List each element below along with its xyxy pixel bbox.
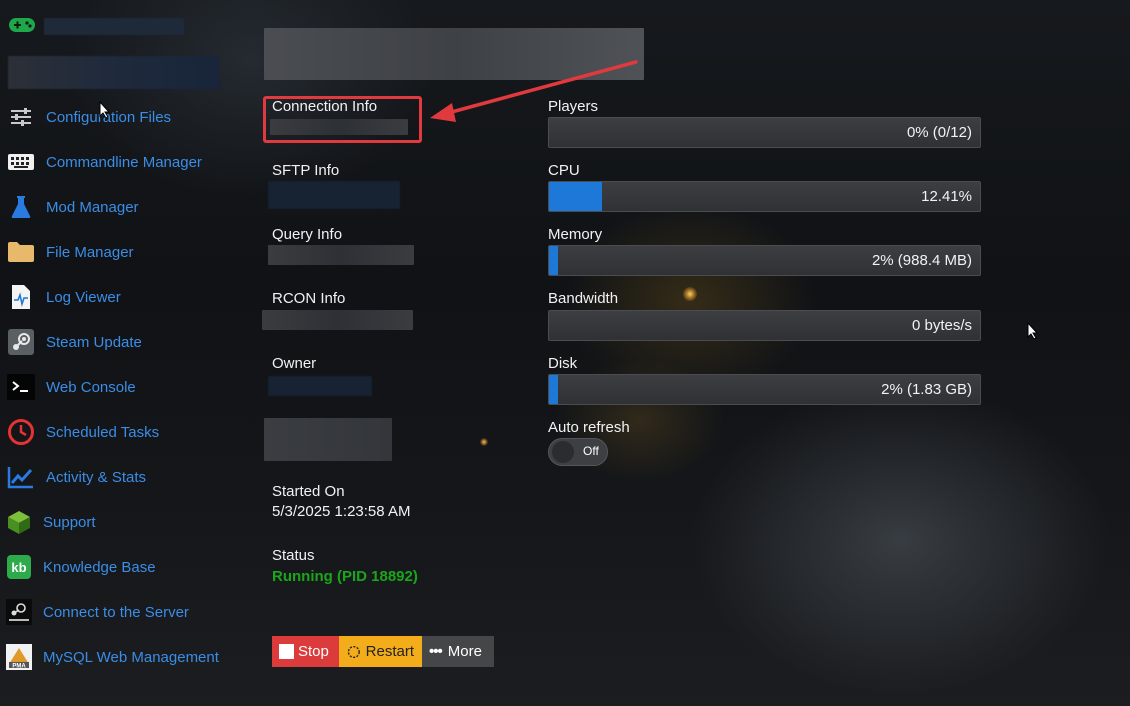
sidebar-item-steam-update[interactable]: Steam Update xyxy=(0,327,142,357)
flask-icon xyxy=(6,192,36,222)
steam-icon xyxy=(6,327,36,357)
clock-icon xyxy=(6,417,36,447)
sidebar-item-label: Web Console xyxy=(46,378,136,396)
sidebar-item-label: Connect to the Server xyxy=(43,603,189,621)
svg-text:PMA: PMA xyxy=(12,664,26,670)
bandwidth-value: 0 bytes/s xyxy=(911,317,972,334)
server-title-redacted xyxy=(264,28,644,80)
sidebar-item-label: File Manager xyxy=(46,243,134,261)
more-icon: ••• xyxy=(429,643,443,660)
kb-icon: kb xyxy=(4,552,34,582)
server-actions: Stop Restart ••• More xyxy=(272,636,494,667)
sidebar-item-label: Steam Update xyxy=(46,333,142,351)
sidebar-item-label: Activity & Stats xyxy=(46,468,147,486)
sidebar-item-log-viewer[interactable]: Log Viewer xyxy=(0,282,121,312)
rcon-info-value-redacted[interactable] xyxy=(262,310,413,330)
sidebar-item-activity-stats[interactable]: Activity & Stats xyxy=(0,462,146,492)
folder-icon xyxy=(6,237,36,267)
connection-info-label: Connection Info xyxy=(272,98,378,115)
cpu-value: 12.41% xyxy=(921,188,972,205)
auto-refresh-label: Auto refresh xyxy=(548,419,630,436)
started-on-label: Started On xyxy=(272,483,345,500)
auto-refresh-state: Off xyxy=(583,444,599,458)
mouse-cursor-icon xyxy=(99,101,111,119)
chart-line-icon xyxy=(6,462,36,492)
sidebar-item-label: Support xyxy=(43,513,96,531)
stop-icon xyxy=(279,644,294,659)
restart-label: Restart xyxy=(365,643,414,660)
log-file-icon xyxy=(6,282,36,312)
sidebar-item-commandline-manager[interactable]: Commandline Manager xyxy=(0,147,202,177)
sidebar-item-knowledge-base[interactable]: kb Knowledge Base xyxy=(0,552,156,582)
sidebar-item-mysql-web[interactable]: PMA MySQL Web Management xyxy=(0,642,219,672)
bandwidth-bar: 0 bytes/s xyxy=(548,310,981,341)
stop-label: Stop xyxy=(298,643,329,660)
memory-label: Memory xyxy=(548,226,603,243)
sidebar-item-connect-server[interactable]: Connect to the Server xyxy=(0,597,189,627)
sidebar-item-configuration-files[interactable]: Configuration Files xyxy=(0,102,171,132)
cpu-bar: 12.41% xyxy=(548,181,981,212)
mouse-cursor-icon xyxy=(1027,322,1039,340)
owner-value-redacted xyxy=(268,376,372,396)
toggle-knob xyxy=(552,441,574,463)
steam-logo-icon xyxy=(4,597,34,627)
svg-text:kb: kb xyxy=(11,560,26,575)
memory-bar-fill xyxy=(549,246,558,275)
memory-value: 2% (988.4 MB) xyxy=(871,252,972,269)
sidebar-item-mod-manager[interactable]: Mod Manager xyxy=(0,192,139,222)
more-label: More xyxy=(447,643,482,660)
restart-icon xyxy=(347,645,360,658)
sidebar-item-file-manager[interactable]: File Manager xyxy=(0,237,134,267)
sidebar: Configuration Files Commandline Manager … xyxy=(0,0,250,706)
status-label: Status xyxy=(272,547,315,564)
terminal-icon xyxy=(6,372,36,402)
players-value: 0% (0/12) xyxy=(906,124,972,141)
sidebar-item-label: Knowledge Base xyxy=(43,558,156,576)
players-label: Players xyxy=(548,98,599,115)
server-subtitle-redacted xyxy=(8,56,219,89)
sidebar-item-scheduled-tasks[interactable]: Scheduled Tasks xyxy=(0,417,159,447)
started-on-value: 5/3/2025 1:23:58 AM xyxy=(272,503,411,520)
connection-info-value-redacted[interactable] xyxy=(270,119,408,135)
sidebar-item-label: Commandline Manager xyxy=(46,153,202,171)
server-name-redacted xyxy=(44,18,184,35)
rcon-info-label: RCON Info xyxy=(272,290,346,307)
disk-label: Disk xyxy=(548,355,578,372)
stop-button[interactable]: Stop xyxy=(272,636,339,667)
extra-info-redacted xyxy=(264,418,392,461)
owner-label: Owner xyxy=(272,355,317,372)
support-cube-icon xyxy=(4,507,34,537)
sidebar-item-web-console[interactable]: Web Console xyxy=(0,372,136,402)
memory-bar: 2% (988.4 MB) xyxy=(548,245,981,276)
sftp-info-value-redacted[interactable] xyxy=(268,181,400,209)
sftp-info-label: SFTP Info xyxy=(272,162,340,179)
status-value: Running (PID 18892) xyxy=(272,568,418,585)
more-button[interactable]: ••• More xyxy=(422,636,494,667)
sidebar-item-label: Log Viewer xyxy=(46,288,121,306)
disk-bar: 2% (1.83 GB) xyxy=(548,374,981,405)
cpu-label: CPU xyxy=(548,162,580,179)
players-bar: 0% (0/12) xyxy=(548,117,981,148)
disk-value: 2% (1.83 GB) xyxy=(881,381,972,398)
bandwidth-label: Bandwidth xyxy=(548,290,619,307)
sidebar-item-label: MySQL Web Management xyxy=(43,648,219,666)
phpmyadmin-icon: PMA xyxy=(4,642,34,672)
restart-button[interactable]: Restart xyxy=(339,636,422,667)
query-info-label: Query Info xyxy=(272,226,343,243)
disk-bar-fill xyxy=(549,375,558,404)
keyboard-icon xyxy=(6,147,36,177)
sidebar-item-support[interactable]: Support xyxy=(0,507,96,537)
cpu-bar-fill xyxy=(549,182,603,211)
query-info-value-redacted[interactable] xyxy=(268,245,414,265)
sidebar-item-label: Mod Manager xyxy=(46,198,139,216)
sliders-icon xyxy=(6,102,36,132)
gamepad-icon xyxy=(9,18,35,32)
sidebar-item-label: Scheduled Tasks xyxy=(46,423,160,441)
auto-refresh-toggle[interactable]: Off xyxy=(548,438,608,466)
